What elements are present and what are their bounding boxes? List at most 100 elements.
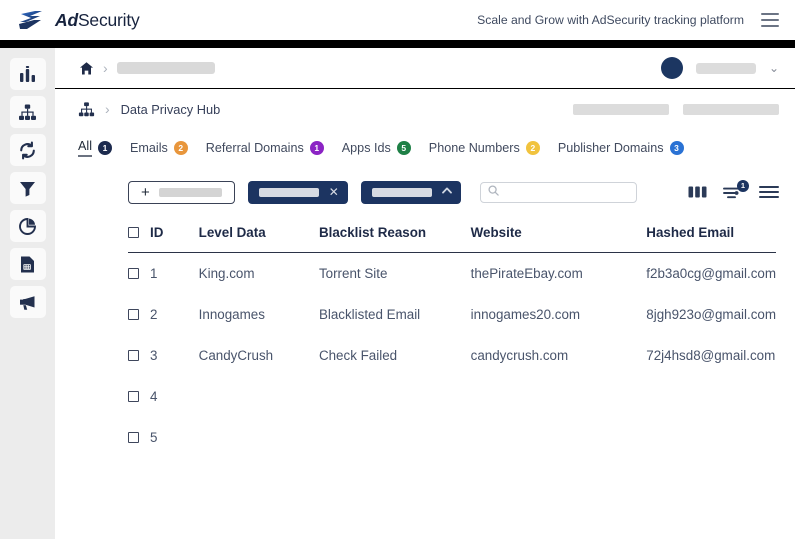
topbar-user-group[interactable]: ⌄ (660, 57, 779, 79)
sitemap-icon (78, 101, 95, 118)
cell-blacklist-reason: Check Failed (318, 348, 398, 363)
select-all-checkbox[interactable] (128, 227, 139, 238)
close-icon[interactable]: ✕ (329, 186, 339, 198)
table-body: 1 King.com Torrent Site thePirateEbay.co… (128, 253, 776, 459)
calendar-doc-icon (18, 255, 37, 274)
cell-blacklist-reason-loading (319, 376, 471, 417)
table-row[interactable]: 4 (128, 376, 776, 417)
table-row[interactable]: 3 CandyCrush Check Failed candycrush.com… (128, 335, 776, 376)
cell-id: 3 (128, 335, 199, 376)
cell-hashed-email-loading (646, 376, 776, 417)
cell-blacklist-reason: Torrent Site (318, 266, 388, 281)
cell-level-data: Innogames (198, 307, 265, 322)
table-row[interactable]: 2 Innogames Blacklisted Email innogames2… (128, 294, 776, 335)
cell-website: innogames20.com (470, 307, 581, 322)
megaphone-icon (18, 293, 37, 312)
cell-id: 2 (128, 294, 199, 335)
sidebar-item-reports[interactable] (9, 210, 46, 242)
list-menu-icon[interactable] (759, 185, 779, 199)
row-id: 1 (150, 266, 158, 281)
cell-id: 1 (128, 253, 199, 295)
cell-hashed-email: 72j4hsd8@gmail.com (646, 348, 776, 363)
tab-publisher-domains[interactable]: Publisher Domains 3 (558, 140, 684, 155)
table-toolbar: + ✕ 1 (55, 163, 795, 209)
sidebar-item-sync[interactable] (9, 134, 46, 166)
sidebar-item-schedules[interactable] (9, 248, 46, 280)
sidebar-item-analytics[interactable] (9, 58, 46, 90)
pie-chart-icon (18, 217, 37, 236)
tab-label: Phone Numbers (428, 140, 520, 155)
cell-blacklist-reason: Blacklisted Email (318, 307, 421, 322)
filter-chip-label-placeholder (371, 187, 432, 197)
status-badge: 3 (669, 140, 684, 155)
column-header-id[interactable]: ID (128, 219, 199, 253)
column-header-hashed-email[interactable]: Hashed Email (646, 219, 776, 253)
row-checkbox[interactable] (128, 391, 139, 402)
row-id: 2 (150, 307, 158, 322)
cell-level-data-loading (199, 417, 319, 458)
table-head: ID Level Data Blacklist Reason Website H… (128, 219, 776, 253)
row-id: 3 (150, 348, 158, 363)
tab-label: All (78, 139, 92, 157)
breadcrumb-placeholder[interactable] (116, 62, 215, 74)
breadcrumb-bar: › ⌄ (55, 48, 795, 89)
row-id: 4 (150, 389, 158, 404)
brand-logo-group[interactable]: AdSecurity (0, 9, 140, 31)
data-table: ID Level Data Blacklist Reason Website H… (128, 219, 776, 458)
sidebar-item-hierarchy[interactable] (9, 96, 46, 128)
bar-chart-icon (18, 65, 37, 84)
search-input[interactable] (479, 181, 637, 203)
tab-bar: All 1 Emails 2 Referral Domains 1 Apps I… (55, 129, 795, 163)
row-checkbox[interactable] (128, 350, 139, 361)
sidebar-item-campaigns[interactable] (9, 286, 46, 318)
sitemap-icon (18, 103, 37, 122)
section-header: › Data Privacy Hub (55, 89, 795, 129)
tab-label: Referral Domains (205, 140, 304, 155)
filter-chip-2[interactable] (360, 180, 461, 204)
columns-icon[interactable] (688, 185, 707, 200)
cell-level-data-loading (199, 376, 319, 417)
tab-emails[interactable]: Emails 2 (130, 140, 188, 155)
brand-bar-right: Scale and Grow with AdSecurity tracking … (477, 13, 795, 27)
chevron-down-icon[interactable]: ⌄ (769, 61, 779, 75)
tab-phone-numbers[interactable]: Phone Numbers 2 (428, 140, 540, 155)
section-separator: › (105, 101, 110, 117)
user-avatar[interactable] (660, 57, 683, 79)
brand-tagline: Scale and Grow with AdSecurity tracking … (477, 13, 744, 27)
table-header-row: ID Level Data Blacklist Reason Website H… (128, 219, 776, 253)
status-badge: 1 (309, 140, 324, 155)
cell-id: 4 (128, 376, 199, 417)
row-checkbox[interactable] (128, 309, 139, 320)
tab-label: Apps Ids (341, 140, 391, 155)
table-row[interactable]: 5 (128, 417, 776, 458)
add-button[interactable]: + (128, 180, 235, 204)
sidebar-item-filters[interactable] (9, 172, 46, 204)
table-row[interactable]: 1 King.com Torrent Site thePirateEbay.co… (128, 253, 776, 295)
brand-bar: AdSecurity Scale and Grow with AdSecurit… (0, 0, 795, 40)
section-placeholder-1[interactable] (573, 103, 669, 115)
status-badge: 1 (98, 140, 112, 155)
section-placeholder-2[interactable] (683, 103, 779, 115)
hamburger-menu-icon[interactable] (761, 13, 779, 27)
home-icon[interactable] (79, 61, 94, 76)
toolbar-actions: 1 (688, 179, 779, 200)
tab-all[interactable]: All 1 (78, 139, 112, 157)
row-checkbox[interactable] (128, 432, 139, 443)
tab-apps-ids[interactable]: Apps Ids 5 (341, 140, 411, 155)
filter-chip-1[interactable]: ✕ (247, 180, 348, 204)
cell-website: candycrush.com (470, 348, 569, 363)
add-button-label-placeholder (158, 187, 222, 197)
chevron-up-icon[interactable] (441, 187, 452, 197)
tab-referral-domains[interactable]: Referral Domains 1 (205, 140, 324, 155)
left-rail (0, 48, 55, 539)
column-header-level-data[interactable]: Level Data (198, 219, 319, 253)
column-header-website[interactable]: Website (470, 219, 647, 253)
cell-id: 5 (128, 417, 199, 458)
column-header-blacklist-reason[interactable]: Blacklist Reason (318, 219, 471, 253)
row-id: 5 (150, 430, 158, 445)
tab-label: Emails (130, 140, 168, 155)
row-checkbox[interactable] (128, 268, 139, 279)
cell-website: thePirateEbay.com (470, 266, 583, 281)
status-badge: 5 (396, 140, 411, 155)
filter-sliders-icon[interactable]: 1 (723, 179, 749, 200)
